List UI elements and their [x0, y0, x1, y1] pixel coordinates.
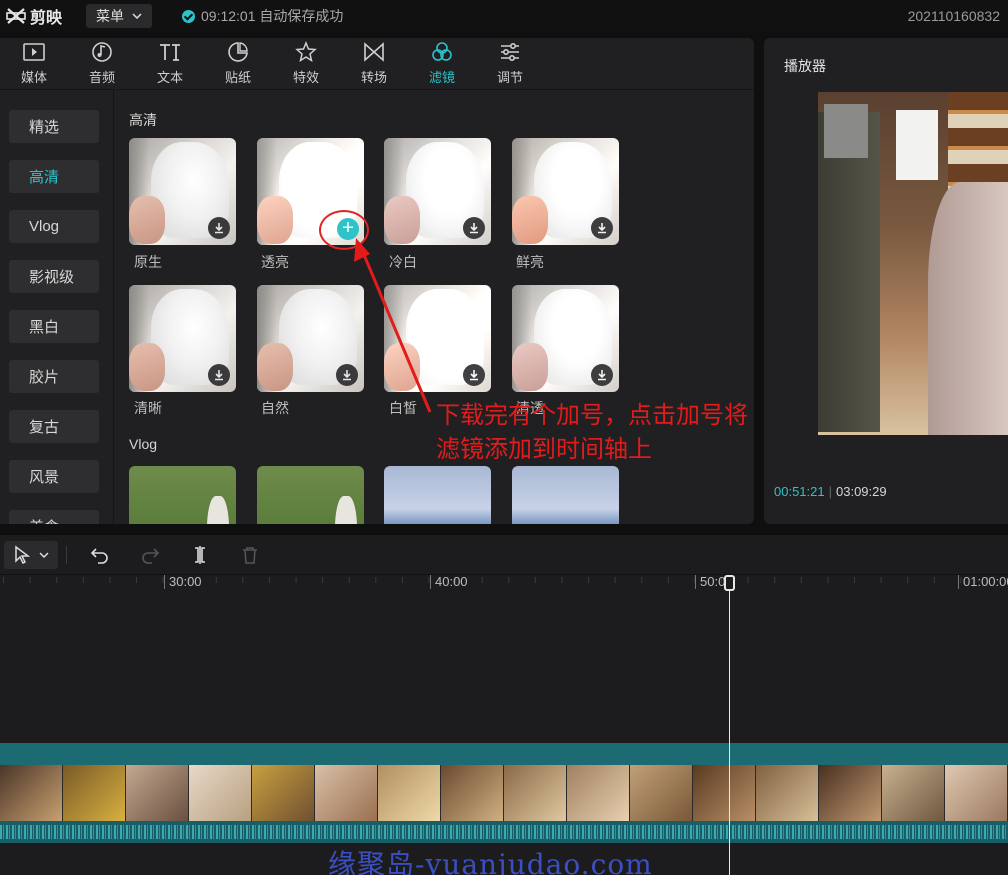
filter-label: 清晰: [134, 400, 162, 416]
filter-label: 冷白: [389, 254, 417, 270]
timeline-toolbar: [0, 535, 1008, 575]
autosave-text: 09:12:01 自动保存成功: [201, 8, 344, 24]
filter-thumb-translucent[interactable]: [512, 285, 619, 392]
filter-label: 透亮: [261, 254, 289, 270]
redo-icon: [142, 547, 160, 564]
tab-media[interactable]: 媒体: [0, 38, 68, 89]
filter-thumb-vlog-3[interactable]: [384, 466, 491, 524]
download-icon[interactable]: [463, 364, 485, 386]
filter-thumb-sharp[interactable]: [129, 285, 236, 392]
app-name: 剪映: [30, 10, 63, 27]
filter-thumb-natural[interactable]: [257, 285, 364, 392]
tab-audio[interactable]: 音频: [68, 38, 136, 89]
filter-label: 自然: [261, 400, 289, 416]
filter-label: 原生: [134, 254, 162, 270]
filter-thumb-vivid[interactable]: [512, 138, 619, 245]
adjust-icon: [501, 42, 519, 62]
player-timecode: 00:51:21 | 03:09:29: [774, 484, 887, 499]
title-bar: 剪映 菜单 09:12:01 自动保存成功 202110160832: [0, 0, 1008, 32]
filter-category-sidebar: 精选 高清 Vlog 影视级 黑白 胶片 复古 风景 美食: [0, 90, 114, 524]
sidebar-item-featured[interactable]: 精选: [9, 110, 99, 143]
timeline-panel: 30:00 40:00 50:00 01:00:00: [0, 534, 1008, 875]
player-panel: 播放器 00:51:21 | 03:09:29: [764, 38, 1008, 524]
audio-icon: [92, 42, 112, 62]
filter-icon: [432, 42, 452, 61]
check-icon: [182, 9, 195, 23]
sidebar-item-food[interactable]: 美食: [9, 510, 99, 524]
redo-button[interactable]: [125, 541, 175, 569]
tab-bar: 媒体 音频 文本 贴纸 特效 转场 滤镜 调节: [0, 38, 754, 90]
select-tool-button[interactable]: [4, 540, 58, 569]
sidebar-item-cinematic[interactable]: 影视级: [9, 260, 99, 293]
sidebar-item-vlog[interactable]: Vlog: [9, 210, 99, 243]
sidebar-item-film[interactable]: 胶片: [9, 360, 99, 393]
menu-button[interactable]: 菜单: [86, 4, 152, 28]
annotation-text: 下载完有个加号，点击加号将 滤镜添加到时间轴上: [436, 401, 748, 463]
video-clip[interactable]: [0, 765, 1008, 821]
total-time: 03:09:29: [836, 484, 887, 499]
download-icon[interactable]: [336, 364, 358, 386]
undo-button[interactable]: [75, 541, 125, 569]
capcut-logo-icon: [6, 8, 26, 24]
highlight-circle: [319, 210, 369, 250]
sidebar-item-hd[interactable]: 高清: [9, 160, 99, 193]
undo-icon: [90, 547, 108, 564]
time-ruler[interactable]: [0, 575, 1008, 595]
effects-icon: [295, 41, 317, 63]
tab-sticker[interactable]: 贴纸: [204, 38, 272, 89]
tab-adjust[interactable]: 调节: [476, 38, 544, 89]
download-icon[interactable]: [463, 217, 485, 239]
filter-thumb-original[interactable]: [129, 138, 236, 245]
filter-thumb-vlog-2[interactable]: [257, 466, 364, 524]
download-icon[interactable]: [591, 364, 613, 386]
sidebar-item-bw[interactable]: 黑白: [9, 310, 99, 343]
ruler-tick: 01:00:00: [958, 575, 1008, 589]
section-title-vlog: Vlog: [129, 436, 158, 452]
project-id: 202110160832: [907, 8, 1000, 24]
filter-thumb-cool-white[interactable]: [384, 138, 491, 245]
filter-thumb-vlog-1[interactable]: [129, 466, 236, 524]
video-track-header[interactable]: [0, 743, 1008, 765]
video-preview[interactable]: [818, 92, 1008, 435]
filter-thumb-fair[interactable]: [384, 285, 491, 392]
chevron-down-icon: [39, 551, 49, 558]
filter-label: 鲜亮: [516, 254, 544, 270]
download-icon[interactable]: [591, 217, 613, 239]
watermark: 缘聚岛-yuanjudao.com: [328, 848, 653, 875]
filter-thumb-vlog-4[interactable]: [512, 466, 619, 524]
tab-transition[interactable]: 转场: [340, 38, 408, 89]
split-icon: [195, 545, 205, 564]
download-icon[interactable]: [208, 217, 230, 239]
trash-icon: [243, 546, 257, 564]
sidebar-item-landscape[interactable]: 风景: [9, 460, 99, 493]
playhead-line: [729, 577, 730, 875]
section-title-hd: 高清: [129, 112, 157, 128]
tab-effects[interactable]: 特效: [272, 38, 340, 89]
media-icon: [23, 43, 45, 61]
download-icon[interactable]: [208, 364, 230, 386]
split-button[interactable]: [175, 541, 225, 569]
tab-text[interactable]: 文本: [136, 38, 204, 89]
autosave-status: 09:12:01 自动保存成功: [182, 6, 343, 26]
chevron-down-icon: [132, 13, 142, 19]
menu-label: 菜单: [96, 8, 124, 24]
transition-icon: [364, 42, 384, 62]
ruler-tick: 30:00: [164, 575, 202, 589]
sticker-icon: [228, 42, 248, 62]
delete-button[interactable]: [225, 541, 275, 569]
text-icon: [160, 44, 180, 61]
playhead-handle[interactable]: [724, 575, 735, 591]
audio-waveform[interactable]: [0, 821, 1008, 843]
current-time: 00:51:21: [774, 484, 825, 499]
sidebar-item-retro[interactable]: 复古: [9, 410, 99, 443]
ruler-tick: 40:00: [430, 575, 468, 589]
tab-filter[interactable]: 滤镜: [408, 38, 476, 89]
player-title: 播放器: [784, 58, 826, 74]
app-logo: 剪映: [6, 4, 78, 28]
filter-label: 白皙: [389, 400, 417, 416]
cursor-icon: [15, 545, 31, 564]
